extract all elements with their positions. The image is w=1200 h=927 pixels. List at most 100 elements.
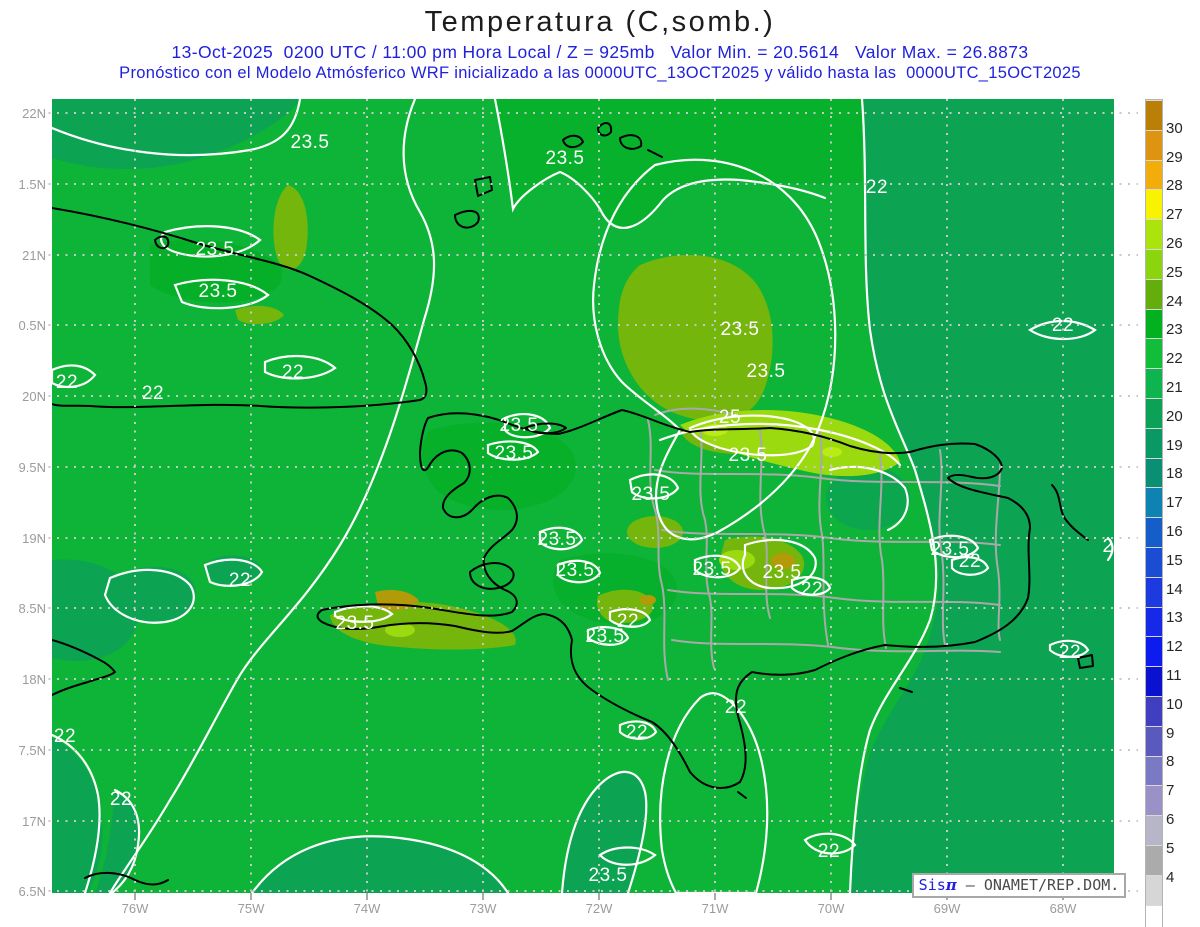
contour-label: 23.5 <box>728 445 768 466</box>
colorbar-tick-label: 13 <box>1166 609 1183 627</box>
lon-tick-label: 74W <box>353 901 381 916</box>
contour-label: 23.5 <box>692 559 732 580</box>
colorbar-tick-label: 14 <box>1166 580 1183 598</box>
sispi-logo: Sis <box>918 876 946 894</box>
lat-tick-label: 17N <box>22 814 46 829</box>
page-title: Temperatura (C,somb.) <box>424 6 776 38</box>
contour-label: 22 <box>55 372 79 393</box>
colorbar-segment <box>1146 189 1162 220</box>
colorbar-segment <box>1146 308 1162 339</box>
lat-tick-label: 19N <box>22 531 46 546</box>
contour-label: 23.5 <box>720 319 760 340</box>
colorbar-segment <box>1146 666 1162 696</box>
contour-label: 22 <box>865 177 889 198</box>
contour-label: 23.5 <box>290 132 330 153</box>
colorbar-tick-label: 19 <box>1166 436 1183 454</box>
colorbar-tick-label: 24 <box>1166 292 1183 310</box>
colorbar-tick-label: 21 <box>1166 379 1183 396</box>
contour-label: 23.5 <box>198 281 238 302</box>
contour-label: 23.5 <box>537 529 577 550</box>
contour-label: 22 <box>281 362 305 383</box>
contour-label: 22 <box>958 551 982 572</box>
colorbar-segment <box>1146 100 1162 130</box>
colorbar-tick-label: 6 <box>1166 811 1175 828</box>
colorbar-segment <box>1146 517 1162 547</box>
colorbar-tick-label: 11 <box>1166 667 1182 684</box>
colorbar-tick-label: 17 <box>1166 494 1183 512</box>
colorbar-tick-label: 9 <box>1166 724 1175 742</box>
colorbar-tick-label: 22 <box>1166 350 1183 368</box>
contour-label: 22 <box>1058 642 1082 663</box>
colorbar-segment <box>1146 278 1162 309</box>
lat-tick-label: 22N <box>22 106 46 121</box>
colorbar-tick-label: 27 <box>1166 206 1183 224</box>
colorbar-tick-label: 7 <box>1166 782 1175 800</box>
contour-label: 22 <box>724 697 748 718</box>
lon-tick-label: 72W <box>585 901 613 916</box>
pi-symbol: π <box>945 876 957 894</box>
lon-tick-label: 69W <box>933 901 961 916</box>
colorbar-tick-label: 30 <box>1166 119 1183 137</box>
lon-tick-label: 73W <box>469 901 497 916</box>
colorbar-tick-label: 15 <box>1166 551 1183 569</box>
contour-label: 23.5 <box>555 560 595 581</box>
lon-tick-label: 70W <box>817 901 845 916</box>
model-init-line: Pronóstico con el Modelo Atmósferico WRF… <box>119 64 1081 82</box>
contour-label: 23.5 <box>1102 536 1142 557</box>
colorbar-segment <box>1146 397 1162 428</box>
colorbar-segment <box>1146 368 1162 398</box>
weather-map-page: Temperatura (C,somb.) 13-Oct-2025 0200 U… <box>0 0 1200 927</box>
lat-tick-label: 7.5N <box>18 743 46 758</box>
lat-tick-label: 6.5N <box>18 884 46 899</box>
lat-tick-label: 8.5N <box>18 601 46 616</box>
attribution-box: Sisπ – ONAMET/REP.DOM. <box>912 873 1126 898</box>
contour-label: 22 <box>53 726 77 747</box>
lat-tick-label: 20N <box>22 389 46 404</box>
colorbar-tick-label: 4 <box>1166 868 1175 886</box>
colorbar-segment <box>1146 695 1162 726</box>
lat-tick-label: 0.5N <box>18 318 46 333</box>
contour-label: 23.5 <box>195 239 235 260</box>
colorbar-segment <box>1146 129 1162 160</box>
colorbar-segment <box>1146 606 1162 637</box>
colorbar-segment <box>1146 248 1162 279</box>
lat-tick-label: 1.5N <box>18 177 46 192</box>
contour-label: 23.5 <box>762 562 802 583</box>
contour-label: 22 <box>228 570 252 591</box>
contour-label: 22 <box>625 722 649 743</box>
colorbar-segment <box>1146 159 1162 190</box>
colorbar-tick-label: 25 <box>1166 263 1183 281</box>
lon-tick-label: 71W <box>701 901 729 916</box>
contour-label: 23.5 <box>746 361 786 382</box>
colorbar <box>1145 99 1163 927</box>
lon-tick-label: 68W <box>1049 901 1077 916</box>
colorbar-segment <box>1146 815 1162 845</box>
colorbar-tick-label: 26 <box>1166 235 1183 252</box>
colorbar-tick-label: 18 <box>1166 465 1183 483</box>
contour-label: 22 <box>109 789 133 810</box>
contour-label: 22 <box>817 841 841 862</box>
colorbar-segment <box>1146 487 1162 518</box>
colorbar-tick-label: 10 <box>1166 695 1183 713</box>
lat-tick-label: 18N <box>22 672 46 687</box>
map-canvas <box>40 99 1138 900</box>
lat-tick-label: 21N <box>22 248 46 263</box>
colorbar-tick-label: 23 <box>1166 321 1183 339</box>
colorbar-segment <box>1146 219 1162 249</box>
colorbar-segment <box>1146 427 1162 458</box>
contour-label: 23.5 <box>494 443 534 464</box>
forecast-valid-time-line: 13-Oct-2025 0200 UTC / 11:00 pm Hora Loc… <box>171 42 1029 62</box>
colorbar-segment <box>1146 725 1162 756</box>
contour-label: 22 <box>141 383 165 404</box>
attribution-text: – ONAMET/REP.DOM. <box>956 876 1120 894</box>
colorbar-segment <box>1146 904 1162 927</box>
colorbar-segment <box>1146 844 1162 875</box>
colorbar-tick-label: 28 <box>1166 177 1183 195</box>
colorbar-tick-label: 12 <box>1166 638 1183 656</box>
colorbar-segment <box>1146 338 1162 369</box>
contour-label: 23.5 <box>585 626 625 647</box>
contour-label: 22 <box>800 579 824 600</box>
contour-label: 25 <box>718 407 742 428</box>
contour-label: 23.5 <box>545 148 585 169</box>
lon-tick-label: 76W <box>121 901 149 916</box>
